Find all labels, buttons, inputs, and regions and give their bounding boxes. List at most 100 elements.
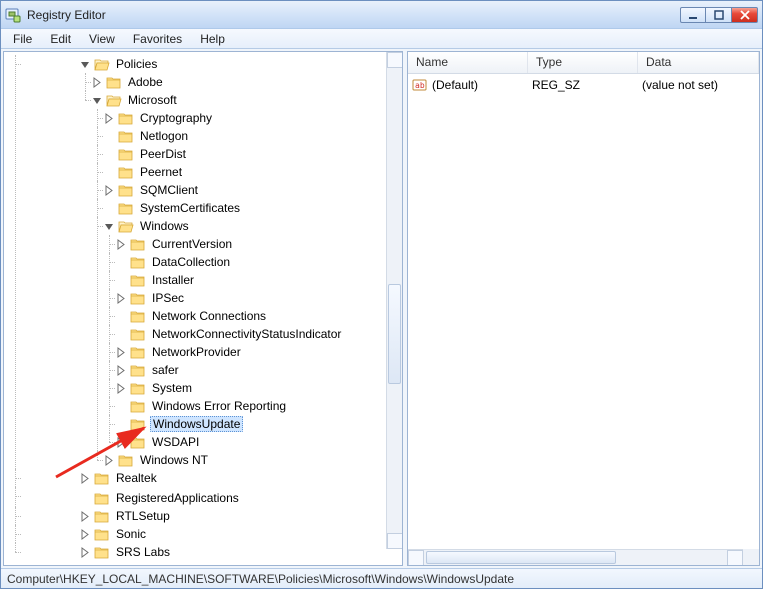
tree-item-adobe[interactable]: Adobe <box>92 73 402 91</box>
scroll-thumb[interactable] <box>426 551 616 564</box>
folder-icon <box>130 363 146 377</box>
expand-toggle[interactable] <box>116 347 127 358</box>
tree-label: IPSec <box>150 291 186 305</box>
values-pane[interactable]: Name Type Data ab (Default) REG_SZ (valu… <box>407 51 760 566</box>
expand-toggle[interactable] <box>92 95 103 106</box>
expand-toggle[interactable] <box>116 365 127 376</box>
folder-icon <box>94 57 110 71</box>
tree-label: NetworkProvider <box>150 345 243 359</box>
app-icon <box>5 7 21 23</box>
tree-item-currentversion[interactable]: CurrentVersion <box>116 235 402 253</box>
folder-icon <box>130 435 146 449</box>
svg-text:ab: ab <box>415 81 425 90</box>
tree-label: NetworkConnectivityStatusIndicator <box>150 327 343 341</box>
tree-item-peerdist[interactable]: PeerDist <box>104 145 402 163</box>
tree-item-nci[interactable]: NetworkConnectivityStatusIndicator <box>116 325 402 343</box>
expand-toggle[interactable] <box>116 293 127 304</box>
tree-label: RegisteredApplications <box>114 491 241 505</box>
tree-item-wer[interactable]: Windows Error Reporting <box>116 397 402 415</box>
tree-label: SRS Labs <box>114 545 172 559</box>
expand-toggle[interactable] <box>104 185 115 196</box>
tree-item-networkconnections[interactable]: Network Connections <box>116 307 402 325</box>
expand-toggle[interactable] <box>80 473 91 484</box>
tree-item-rtlsetup[interactable]: RTLSetup <box>80 507 402 525</box>
tree-item-netlogon[interactable]: Netlogon <box>104 127 402 145</box>
menu-favorites[interactable]: Favorites <box>125 30 190 48</box>
tree-pane[interactable]: Policies Adobe <box>3 51 403 566</box>
folder-icon <box>130 327 146 341</box>
tree-item-cryptography[interactable]: Cryptography <box>104 109 402 127</box>
tree-item-realtek[interactable]: Realtek <box>80 469 402 487</box>
folder-icon <box>106 75 122 89</box>
value-data: (value not set) <box>638 78 759 92</box>
expand-toggle[interactable] <box>80 59 91 70</box>
minimize-button[interactable] <box>680 7 706 23</box>
scroll-up-button[interactable] <box>387 52 403 68</box>
tree-vertical-scrollbar[interactable] <box>386 52 402 549</box>
tree-item-installer[interactable]: Installer <box>116 271 402 289</box>
tree-item-datacollection[interactable]: DataCollection <box>116 253 402 271</box>
folder-icon <box>130 255 146 269</box>
scroll-down-button[interactable] <box>387 533 403 549</box>
values-horizontal-scrollbar[interactable] <box>408 549 743 565</box>
expand-toggle[interactable] <box>116 239 127 250</box>
expand-toggle[interactable] <box>104 221 115 232</box>
expand-toggle[interactable] <box>104 113 115 124</box>
tree-item-systemcertificates[interactable]: SystemCertificates <box>104 199 402 217</box>
scroll-left-button[interactable] <box>408 550 424 566</box>
folder-icon <box>94 527 110 541</box>
folder-icon <box>94 545 110 559</box>
tree-label: safer <box>150 363 181 377</box>
tree-item-registeredapplications[interactable]: RegisteredApplications <box>80 489 402 507</box>
scrollbar-corner <box>743 549 759 565</box>
expand-toggle[interactable] <box>104 455 115 466</box>
expand-toggle[interactable] <box>116 437 127 448</box>
folder-icon <box>118 165 134 179</box>
maximize-button[interactable] <box>706 7 732 23</box>
expand-toggle[interactable] <box>80 511 91 522</box>
string-value-icon: ab <box>412 78 428 92</box>
expand-toggle[interactable] <box>80 529 91 540</box>
menu-file[interactable]: File <box>5 30 40 48</box>
tree-item-windows[interactable]: Windows <box>104 217 402 235</box>
tree-label: Cryptography <box>138 111 214 125</box>
tree-item-policies[interactable]: Policies <box>80 55 402 73</box>
tree-item-ipsec[interactable]: IPSec <box>116 289 402 307</box>
tree-item-microsoft[interactable]: Microsoft <box>92 91 402 109</box>
tree-label: SystemCertificates <box>138 201 242 215</box>
scroll-thumb[interactable] <box>388 284 401 384</box>
scroll-right-button[interactable] <box>727 550 743 566</box>
close-button[interactable] <box>732 7 758 23</box>
folder-icon <box>118 147 134 161</box>
menu-bar: File Edit View Favorites Help <box>1 29 762 49</box>
tree-item-networkprovider[interactable]: NetworkProvider <box>116 343 402 361</box>
tree-item-sonic[interactable]: Sonic <box>80 525 402 543</box>
tree-item-peernet[interactable]: Peernet <box>104 163 402 181</box>
tree-item-wsdapi[interactable]: WSDAPI <box>116 433 402 451</box>
tree-item-safer[interactable]: safer <box>116 361 402 379</box>
tree-label: System <box>150 381 194 395</box>
tree-item-windowsupdate[interactable]: WindowsUpdate <box>116 415 402 433</box>
value-row[interactable]: ab (Default) REG_SZ (value not set) <box>408 76 759 94</box>
menu-edit[interactable]: Edit <box>42 30 79 48</box>
window-title: Registry Editor <box>27 8 680 22</box>
folder-icon <box>118 201 134 215</box>
tree-item-sqmclient[interactable]: SQMClient <box>104 181 402 199</box>
column-header-type[interactable]: Type <box>528 52 638 73</box>
tree-label: Sonic <box>114 527 148 541</box>
column-header-data[interactable]: Data <box>638 52 759 73</box>
tree-item-windowsnt[interactable]: Windows NT <box>104 451 402 469</box>
tree-item-srslabs[interactable]: SRS Labs <box>80 543 402 561</box>
expand-toggle[interactable] <box>80 547 91 558</box>
folder-icon <box>118 183 134 197</box>
expand-toggle[interactable] <box>92 77 103 88</box>
column-header-name[interactable]: Name <box>408 52 528 73</box>
folder-icon <box>118 111 134 125</box>
menu-help[interactable]: Help <box>192 30 233 48</box>
menu-view[interactable]: View <box>81 30 123 48</box>
expand-toggle[interactable] <box>116 383 127 394</box>
tree-label: WindowsUpdate <box>150 416 243 432</box>
tree-item-system[interactable]: System <box>116 379 402 397</box>
folder-icon <box>94 491 110 505</box>
status-path: Computer\HKEY_LOCAL_MACHINE\SOFTWARE\Pol… <box>7 572 514 586</box>
